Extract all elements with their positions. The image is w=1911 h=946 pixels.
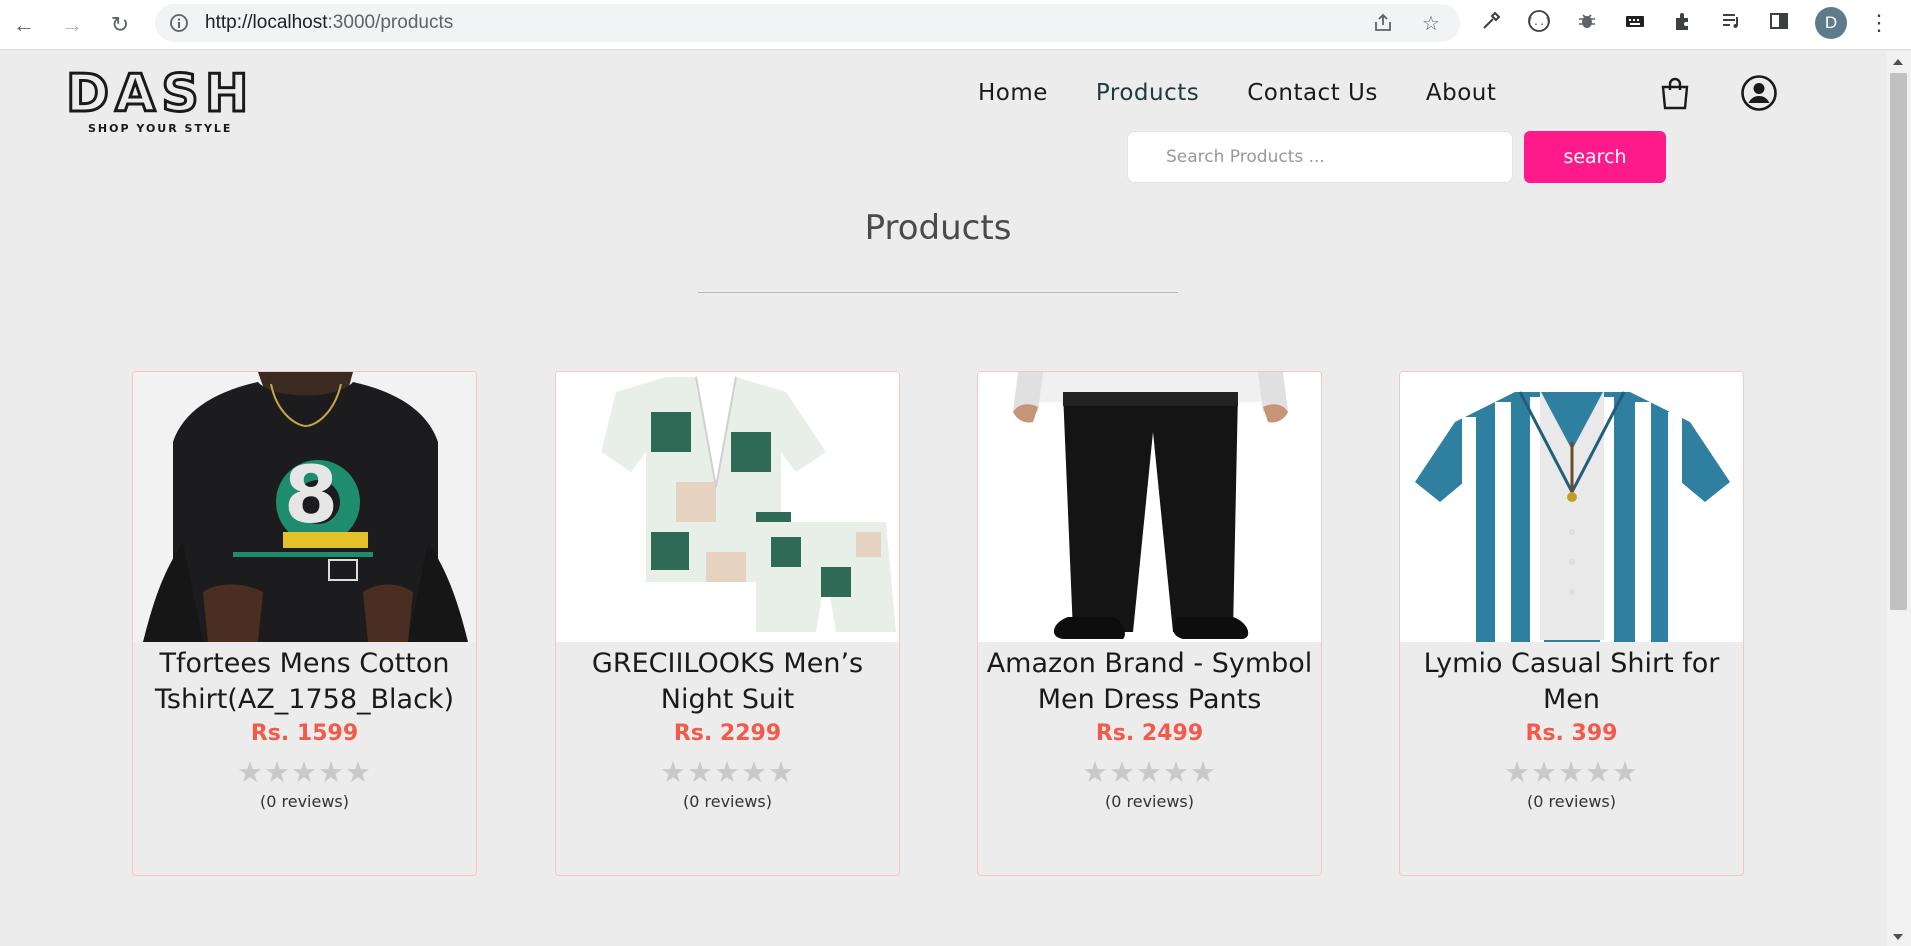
scroll-up-arrow-icon[interactable] (1893, 59, 1903, 65)
product-name[interactable]: GRECIILOOKS Men’s Night Suit (556, 646, 899, 718)
shopping-bag-icon[interactable] (1660, 76, 1690, 110)
rating-stars: ★★★★★ (660, 757, 795, 789)
nav-products[interactable]: Products (1096, 80, 1199, 106)
logo-tagline: SHOP YOUR STYLE (88, 122, 233, 135)
profile-avatar[interactable]: D (1815, 7, 1847, 39)
product-price: Rs. 2299 (673, 721, 782, 746)
url-path: :3000/products (327, 12, 454, 33)
eyedropper-icon[interactable] (1478, 8, 1504, 34)
back-icon[interactable]: ← (6, 7, 42, 43)
product-card[interactable]: 8 Tfortees Mens Cotton Tshirt(AZ_1758_Bl… (132, 371, 477, 876)
page-scrollbar[interactable] (1886, 51, 1911, 946)
nav-about[interactable]: About (1426, 80, 1497, 106)
logo-wordmark: DASH (65, 64, 255, 124)
product-image[interactable] (556, 372, 899, 642)
product-price: Rs. 399 (1525, 721, 1618, 746)
nav-contact-us[interactable]: Contact Us (1247, 80, 1378, 106)
product-name[interactable]: Amazon Brand - Symbol Men Dress Pants (978, 646, 1321, 718)
search-input[interactable] (1127, 131, 1513, 183)
product-image[interactable]: 8 (133, 372, 476, 642)
extensions-puzzle-icon[interactable] (1670, 8, 1696, 34)
scroll-down-arrow-icon[interactable] (1893, 934, 1903, 940)
rating-stars: ★★★★★ (237, 757, 372, 789)
browser-toolbar: ← → ↻ http://localhost:3000/products ☆ {… (0, 0, 1911, 50)
product-card[interactable]: Lymio Casual Shirt for Men Rs. 399 ★★★★★… (1399, 371, 1744, 876)
search-bar: search (1127, 131, 1666, 183)
review-count: (0 reviews) (683, 792, 772, 811)
product-name[interactable]: Tfortees Mens Cotton Tshirt(AZ_1758_Blac… (133, 646, 476, 718)
forward-icon[interactable]: → (54, 7, 90, 43)
url-text: http://localhost:3000/products (205, 12, 453, 34)
user-account-icon[interactable] (1740, 74, 1778, 112)
bookmark-star-icon[interactable]: ☆ (1418, 10, 1444, 36)
title-divider (698, 292, 1178, 293)
product-image[interactable] (1400, 372, 1743, 642)
nav-home[interactable]: Home (978, 80, 1048, 106)
product-image[interactable] (978, 372, 1321, 642)
review-count: (0 reviews) (260, 792, 349, 811)
review-count: (0 reviews) (1527, 792, 1616, 811)
scrollbar-thumb[interactable] (1890, 73, 1907, 610)
rating-stars: ★★★★★ (1504, 757, 1639, 789)
page-title: Products (864, 208, 1012, 248)
share-icon[interactable] (1370, 10, 1396, 36)
search-button[interactable]: search (1524, 131, 1666, 183)
bug-icon[interactable] (1574, 8, 1600, 34)
site-info-icon[interactable] (167, 11, 191, 35)
address-bar[interactable]: http://localhost:3000/products ☆ (155, 4, 1460, 42)
url-host: http://localhost (205, 12, 328, 33)
keyboard-icon[interactable] (1622, 8, 1648, 34)
svg-text:{..}: {..} (1527, 17, 1551, 28)
reload-icon[interactable]: ↻ (102, 7, 138, 43)
product-price: Rs. 2499 (1095, 721, 1204, 746)
site-logo[interactable]: DASH SHOP YOUR STYLE (65, 64, 288, 136)
media-queue-icon[interactable] (1718, 8, 1744, 34)
code-extension-icon[interactable]: {..} (1526, 8, 1552, 34)
product-card[interactable]: GRECIILOOKS Men’s Night Suit Rs. 2299 ★★… (555, 371, 900, 876)
rating-stars: ★★★★★ (1082, 757, 1217, 789)
browser-menu-icon[interactable]: ⋮ (1868, 10, 1890, 36)
product-card[interactable]: Amazon Brand - Symbol Men Dress Pants Rs… (977, 371, 1322, 876)
main-nav: Home Products Contact Us About (978, 80, 1544, 106)
product-price: Rs. 1599 (250, 721, 359, 746)
svg-text:8: 8 (284, 451, 338, 541)
review-count: (0 reviews) (1105, 792, 1194, 811)
product-name[interactable]: Lymio Casual Shirt for Men (1400, 646, 1743, 718)
side-panel-icon[interactable] (1766, 8, 1792, 34)
